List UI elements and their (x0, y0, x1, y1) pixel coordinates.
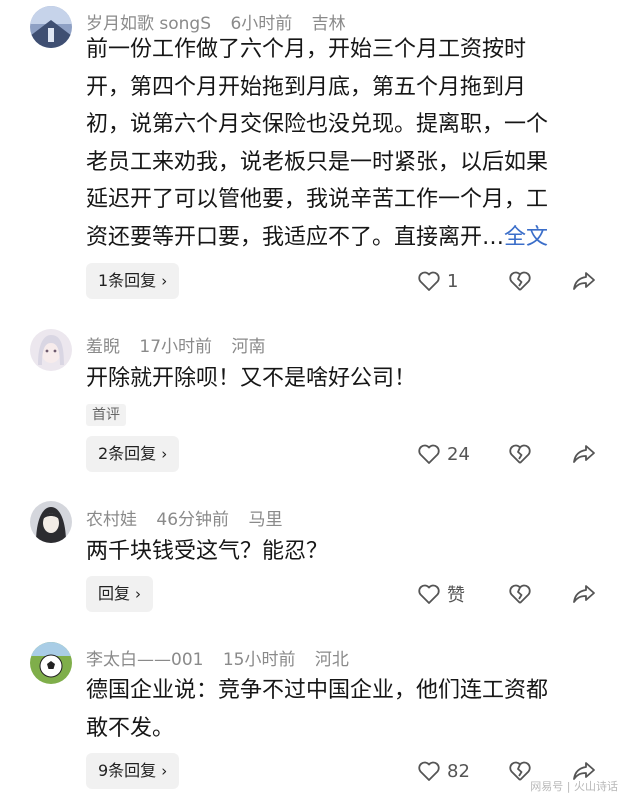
timestamp: 46分钟前 (156, 510, 230, 530)
dislike-button[interactable] (508, 576, 532, 612)
heart-outline-icon (418, 584, 440, 604)
location: 河南 (231, 337, 266, 357)
comment-line: 延迟开了可以管他要，我说辛苦工作一个月，工 (86, 187, 549, 212)
like-button[interactable]: 赞 (417, 576, 465, 612)
comment-line: 老员工来劝我，说老板只是一时紧张，以后如果 (86, 149, 549, 175)
heart-outline-icon (418, 271, 440, 291)
first-comment-badge: 首评 (86, 404, 126, 426)
comment-meta: 农村娃 46分钟前 马里 (86, 505, 296, 530)
reply-count-label: 1条回复 (98, 271, 157, 290)
avatar[interactable] (30, 501, 72, 543)
comment-meta: 羞睨 17小时前 河南 (86, 332, 279, 357)
avatar[interactable] (30, 6, 72, 48)
username[interactable]: 农村娃 (86, 510, 137, 530)
comment-text: 开除就开除呗！又不是啥好公司！ (86, 360, 606, 398)
comment-actions: 赞 (412, 576, 612, 612)
broken-heart-icon (509, 761, 531, 781)
comment-text: 前一份工作做了六个月，开始三个月工资按时 开，第四个月开始拖到月底，第五个月拖到… (86, 31, 606, 256)
location: 马里 (248, 510, 283, 530)
comment-line: 前一份工作做了六个月，开始三个月工资按时 (86, 37, 527, 62)
chevron-right-icon: › (161, 272, 168, 290)
share-button[interactable] (572, 263, 596, 299)
share-button[interactable] (572, 576, 596, 612)
view-replies-button[interactable]: 9条回复 › (86, 753, 180, 789)
timestamp: 15小时前 (222, 650, 296, 670)
broken-heart-icon (509, 444, 531, 464)
view-replies-button[interactable]: 1条回复 › (86, 263, 180, 299)
broken-heart-icon (509, 271, 531, 291)
like-count: 82 (447, 760, 470, 782)
reply-label: 回复 (98, 584, 131, 603)
comment-line: 开，第四个月开始拖到月底，第五个月拖到月 (86, 74, 527, 100)
share-arrow-icon (573, 272, 595, 290)
chevron-right-icon: › (161, 445, 168, 463)
heart-outline-icon (418, 444, 440, 464)
comment-line: 敢不发。 (86, 715, 175, 741)
dislike-button[interactable] (508, 436, 532, 472)
chevron-right-icon: › (161, 762, 168, 780)
comment-text: 两千块钱受这气？能忍？ (86, 533, 606, 571)
broken-heart-icon (509, 584, 531, 604)
comment-line: 两千块钱受这气？能忍？ (86, 539, 329, 564)
reply-button[interactable]: 回复 › (86, 576, 154, 612)
location: 河北 (314, 650, 349, 670)
comment-meta: 李太白——001 15小时前 河北 (86, 645, 363, 670)
like-label: 赞 (447, 585, 465, 606)
dislike-button[interactable] (508, 263, 532, 299)
chevron-right-icon: › (135, 585, 142, 603)
share-button[interactable] (572, 436, 596, 472)
view-replies-button[interactable]: 2条回复 › (86, 436, 180, 472)
comment-actions: 1 (412, 263, 612, 299)
like-button[interactable]: 1 (417, 263, 458, 299)
comment-line: 开除就开除呗！又不是啥好公司！ (86, 366, 417, 391)
comment-line: 资还要等开口要，我适应不了。直接离开… (86, 224, 505, 250)
like-button[interactable]: 82 (417, 753, 470, 789)
reply-count-label: 9条回复 (98, 761, 157, 780)
share-arrow-icon (573, 585, 595, 603)
comment-text: 德国企业说：竞争不过中国企业，他们连工资都 敢不发。 (86, 672, 606, 747)
comment-actions: 24 (412, 436, 612, 472)
username[interactable]: 羞睨 (86, 337, 120, 357)
comment-line: 初，说第六个月交保险也没兑现。提离职，一个 (86, 112, 549, 137)
like-count: 1 (447, 270, 459, 292)
comment-line-last: 资还要等开口要，我适应不了。直接离开…全文 (86, 219, 606, 257)
timestamp: 17小时前 (139, 337, 213, 357)
like-count: 24 (447, 443, 470, 465)
like-button[interactable]: 24 (417, 436, 470, 472)
heart-outline-icon (418, 761, 440, 781)
share-arrow-icon (573, 445, 595, 463)
expand-full-text-link[interactable]: 全文 (504, 225, 548, 250)
avatar[interactable] (30, 642, 72, 684)
watermark: 网易号 | 火山诗话 (530, 780, 618, 793)
comment-line: 德国企业说：竞争不过中国企业，他们连工资都 (86, 678, 549, 703)
reply-count-label: 2条回复 (98, 444, 157, 463)
username[interactable]: 李太白——001 (86, 650, 203, 670)
dislike-button[interactable] (508, 753, 532, 789)
avatar[interactable] (30, 329, 72, 371)
